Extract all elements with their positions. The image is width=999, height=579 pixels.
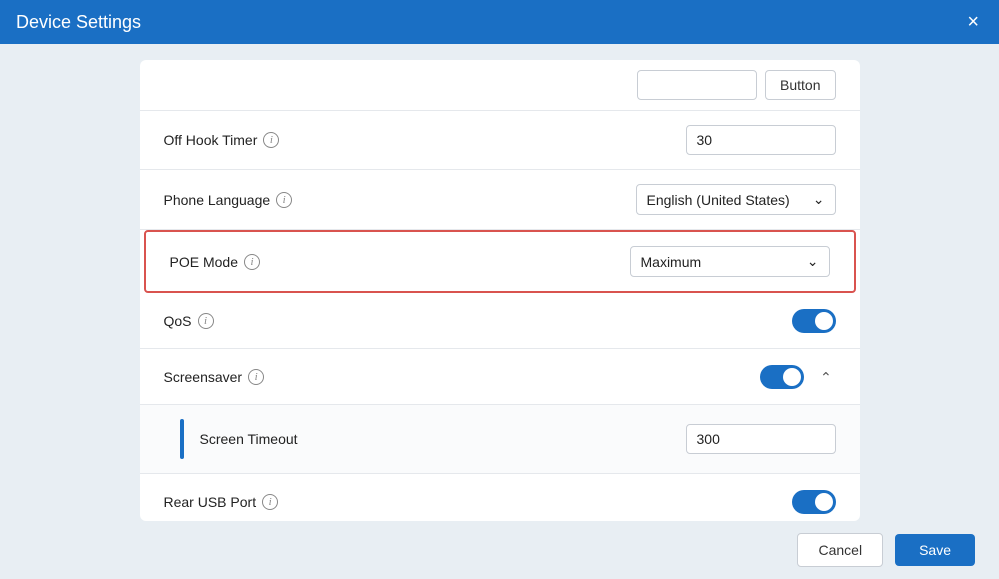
screensaver-info-icon[interactable]: i [248,369,264,385]
qos-toggle[interactable]: ✓ [792,309,836,333]
screen-timeout-label: Screen Timeout [200,431,686,447]
qos-row: QoS i ✓ [140,293,860,349]
rear-usb-port-control: ✓ [792,490,836,514]
phone-language-info-icon[interactable]: i [276,192,292,208]
top-inputs: Button [637,70,835,100]
page-body: Button Off Hook Timer i Phone Language i… [0,44,999,521]
phone-language-row: Phone Language i English (United States)… [140,170,860,230]
off-hook-timer-input[interactable] [686,125,836,155]
poe-mode-label: POE Mode i [170,254,630,270]
off-hook-timer-info-icon[interactable]: i [263,132,279,148]
dialog-title: Device Settings [16,12,141,33]
screensaver-control: ✓ ⌄ [760,364,836,389]
top-input[interactable] [637,70,757,100]
rear-usb-port-toggle-check-icon: ✓ [820,495,829,508]
screen-timeout-control [686,424,836,454]
poe-mode-control: Maximum ⌄ [630,246,830,277]
cancel-button[interactable]: Cancel [797,533,883,567]
poe-mode-select[interactable]: Maximum ⌄ [630,246,830,277]
poe-mode-info-icon[interactable]: i [244,254,260,270]
screensaver-label: Screensaver i [164,369,760,385]
top-partial-row: Button [140,60,860,111]
title-bar: Device Settings × [0,0,999,44]
off-hook-timer-control [686,125,836,155]
poe-mode-chevron-icon: ⌄ [807,253,819,270]
rear-usb-port-row: Rear USB Port i ✓ [140,474,860,521]
screen-timeout-input[interactable] [686,424,836,454]
screen-timeout-bar-indicator [180,419,184,459]
screensaver-toggle[interactable]: ✓ [760,365,804,389]
screen-timeout-row: Screen Timeout [140,405,860,474]
screensaver-chevron-up-icon[interactable]: ⌄ [816,364,836,389]
rear-usb-port-toggle[interactable]: ✓ [792,490,836,514]
top-button[interactable]: Button [765,70,835,100]
close-button[interactable]: × [963,8,983,36]
save-button[interactable]: Save [895,534,975,566]
qos-control: ✓ [792,309,836,333]
phone-language-select[interactable]: English (United States) ⌄ [636,184,836,215]
qos-info-icon[interactable]: i [198,313,214,329]
screensaver-row: Screensaver i ✓ ⌄ [140,349,860,405]
rear-usb-port-info-icon[interactable]: i [262,494,278,510]
rear-usb-port-label: Rear USB Port i [164,494,792,510]
qos-toggle-check-icon: ✓ [820,314,829,327]
footer-bar: Cancel Save [0,521,999,579]
qos-label: QoS i [164,313,792,329]
phone-language-chevron-icon: ⌄ [813,191,825,208]
settings-panel: Button Off Hook Timer i Phone Language i… [140,60,860,521]
phone-language-control: English (United States) ⌄ [636,184,836,215]
off-hook-timer-label: Off Hook Timer i [164,132,686,148]
off-hook-timer-row: Off Hook Timer i [140,111,860,170]
screensaver-toggle-check-icon: ✓ [789,370,798,383]
phone-language-label: Phone Language i [164,192,636,208]
poe-mode-row: POE Mode i Maximum ⌄ [144,230,856,293]
